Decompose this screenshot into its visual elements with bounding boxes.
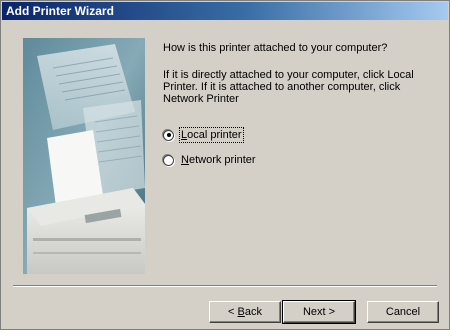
printer-illustration-svg: [23, 38, 145, 274]
title-bar: Add Printer Wizard: [2, 2, 448, 20]
local-printer-radio[interactable]: [163, 129, 174, 141]
footer-separator: [13, 285, 437, 287]
network-printer-radio[interactable]: [163, 154, 174, 166]
local-printer-label[interactable]: Local printer: [179, 127, 244, 143]
back-button[interactable]: < Back: [209, 301, 281, 323]
network-printer-label-rest: etwork printer: [188, 154, 256, 166]
network-printer-option[interactable]: Network printer: [163, 152, 256, 168]
local-printer-option[interactable]: Local printer: [163, 127, 244, 143]
cancel-button[interactable]: Cancel: [367, 301, 439, 323]
window-title: Add Printer Wizard: [6, 4, 114, 18]
local-printer-label-rest: ocal printer: [187, 129, 242, 141]
back-button-prefix: <: [228, 306, 238, 318]
next-button[interactable]: Next >: [282, 300, 356, 324]
network-printer-mnemonic: N: [181, 154, 189, 166]
radio-selected-dot: [166, 133, 171, 137]
printer-illustration: [23, 38, 145, 274]
instruction-text: If it is directly attached to your compu…: [163, 69, 414, 105]
add-printer-wizard-window: Add Printer Wizard How is this printer a…: [0, 0, 450, 330]
back-button-rest: ack: [244, 306, 262, 318]
wizard-content: How is this printer attached to your com…: [163, 41, 441, 105]
back-button-mnemonic: B: [237, 306, 245, 318]
question-text: How is this printer attached to your com…: [163, 42, 388, 54]
network-printer-label[interactable]: Network printer: [181, 154, 256, 166]
